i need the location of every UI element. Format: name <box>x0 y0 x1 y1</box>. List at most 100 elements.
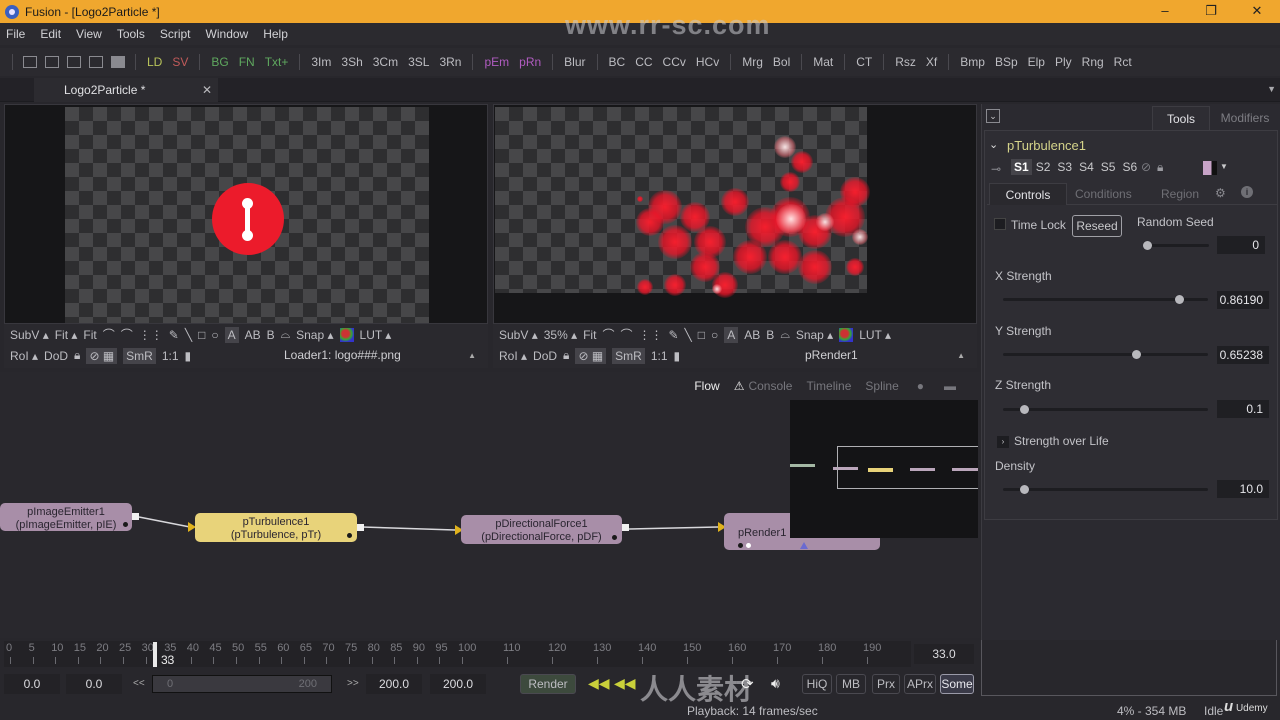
inspector-collapse-icon[interactable]: ⌄ <box>986 109 1000 123</box>
subtab-controls[interactable]: Controls <box>989 183 1067 205</box>
buffer-b-button[interactable]: B <box>766 328 774 342</box>
z-strength-field[interactable]: 0.1 <box>1217 400 1269 418</box>
output-port[interactable] <box>357 524 364 531</box>
x-strength-slider-knob[interactable] <box>1175 295 1185 304</box>
navigator-viewport[interactable] <box>837 446 978 489</box>
version-button-s2[interactable]: S2 <box>1033 159 1054 175</box>
zoom-dropdown[interactable]: 35% ▴ <box>544 328 577 342</box>
node-pdirectionalforce1[interactable]: pDirectionalForce1 (pDirectionalForce, p… <box>461 515 622 544</box>
tool-button-xf[interactable]: Xf <box>926 55 937 69</box>
rewind-icon[interactable]: ◀◀ <box>588 675 610 692</box>
tool-button-sv[interactable]: SV <box>172 55 188 69</box>
dod-button[interactable]: DoD <box>533 349 557 363</box>
menu-edit[interactable]: Edit <box>40 27 61 41</box>
roi-dropdown[interactable]: RoI ▴ <box>499 349 527 363</box>
tab-modifiers[interactable]: Modifiers <box>1212 106 1278 130</box>
tool-button-bmp[interactable]: Bmp <box>960 55 985 69</box>
menu-help[interactable]: Help <box>263 27 288 41</box>
z-strength-slider-knob[interactable] <box>1019 405 1029 414</box>
render-end-field[interactable]: 200.0 <box>366 674 422 694</box>
node-pimageemitter1[interactable]: pImageEmitter1 (pImageEmitter, pIE) <box>0 503 132 531</box>
density-field[interactable]: 10.0 <box>1217 480 1269 498</box>
node-pturbulence1[interactable]: pTurbulence1 (pTurbulence, pTr) <box>195 513 357 542</box>
tool-button-blur[interactable]: Blur <box>564 55 585 69</box>
rectangle-icon[interactable]: □ <box>198 328 205 342</box>
tool-button-3rn[interactable]: 3Rn <box>439 55 461 69</box>
menu-view[interactable]: View <box>76 27 102 41</box>
buffer-a-button[interactable]: A <box>224 326 239 343</box>
flow-editor[interactable]: Flow ⚠ Console Timeline Spline ● ▬ pImag… <box>0 372 980 638</box>
output-port[interactable] <box>622 524 629 531</box>
collapse-tool-icon[interactable]: ⌄ <box>989 138 998 151</box>
random-seed-field[interactable]: 0 <box>1217 236 1265 254</box>
x-strength-field[interactable]: 0.86190 <box>1217 291 1269 309</box>
zoom-dropdown[interactable]: Fit ▴ <box>55 328 78 342</box>
lock-icon[interactable]: 🔒︎ <box>74 348 80 363</box>
random-seed-slider-knob[interactable] <box>1143 241 1152 250</box>
levels-icon[interactable]: ▮ <box>185 349 192 363</box>
buffer-ab-button[interactable]: AB <box>744 328 760 342</box>
viewer-right[interactable] <box>493 104 977 324</box>
tool-color-dropdown-icon[interactable]: ▼ <box>1220 162 1228 171</box>
time-lock-checkbox[interactable] <box>994 218 1006 230</box>
smr-button[interactable]: SmR <box>612 347 645 364</box>
tool-button-3im[interactable]: 3Im <box>311 55 331 69</box>
flow-navigator[interactable] <box>790 400 978 538</box>
range-slider[interactable]: 0 200 <box>152 675 332 693</box>
polyline-icon[interactable]: ⌒ <box>602 326 614 343</box>
layout-horizontal-icon[interactable] <box>67 56 81 68</box>
info-icon[interactable]: i <box>1241 186 1253 198</box>
strength-over-life-expand-icon[interactable]: › <box>997 436 1009 448</box>
grid-icon[interactable]: ⋮⋮ <box>638 328 662 342</box>
smr-button[interactable]: SmR <box>123 347 156 364</box>
layout-split-icon[interactable] <box>45 56 59 68</box>
tool-button-ply[interactable]: Ply <box>1055 55 1072 69</box>
checker-toggle-icon[interactable]: ⊘ ▦ <box>575 347 607 364</box>
doc-tab-logo2particle[interactable]: Logo2Particle * ✕ <box>34 78 218 102</box>
z-strength-slider-track[interactable] <box>1003 408 1208 411</box>
tool-button-bol[interactable]: Bol <box>773 55 790 69</box>
tool-button-mat[interactable]: Mat <box>813 55 833 69</box>
tool-button-mrg[interactable]: Mrg <box>742 55 763 69</box>
tool-button-elp[interactable]: Elp <box>1028 55 1045 69</box>
viewer-left[interactable] <box>4 104 488 324</box>
tool-button-pem[interactable]: pEm <box>484 55 509 69</box>
reseed-button[interactable]: Reseed <box>1072 215 1122 237</box>
lut-dropdown[interactable]: LUT ▴ <box>360 328 392 342</box>
menu-tools[interactable]: Tools <box>117 27 145 41</box>
tool-button-ccv[interactable]: CCv <box>663 55 686 69</box>
snap-dropdown[interactable]: Snap ▴ <box>796 328 833 342</box>
disable-tool-icon[interactable]: ⊘ <box>1141 160 1151 174</box>
subtab-region[interactable]: Region <box>1161 187 1199 201</box>
snap-dropdown[interactable]: Snap ▴ <box>296 328 333 342</box>
loop-icon[interactable]: ⟳ <box>741 675 754 693</box>
minimize-button[interactable]: – <box>1142 0 1188 23</box>
version-button-s6[interactable]: S6 <box>1119 159 1140 175</box>
lock-icon[interactable]: 🔒︎ <box>563 348 569 363</box>
density-slider-track[interactable] <box>1003 488 1208 491</box>
polyline-icon[interactable]: ⌒ <box>103 326 115 343</box>
wand-icon[interactable]: ╲ <box>685 328 692 342</box>
buffer-a-button[interactable]: A <box>724 326 739 343</box>
global-start-field[interactable]: 0.0 <box>4 674 60 694</box>
wand-icon[interactable]: ╲ <box>185 328 192 342</box>
dod-button[interactable]: DoD <box>44 349 68 363</box>
render-start-field[interactable]: 0.0 <box>66 674 122 694</box>
tool-button-bsp[interactable]: BSp <box>995 55 1018 69</box>
tool-color-swatch[interactable] <box>1203 161 1217 175</box>
version-button-s4[interactable]: S4 <box>1076 159 1097 175</box>
global-end-field[interactable]: 200.0 <box>430 674 486 694</box>
bspline-icon[interactable]: ⌒ <box>620 326 632 343</box>
tool-button-3sl[interactable]: 3SL <box>408 55 429 69</box>
playback-prx-button[interactable]: Prx <box>872 674 900 694</box>
lut-dropdown[interactable]: LUT ▴ <box>859 328 891 342</box>
menu-script[interactable]: Script <box>160 27 191 41</box>
one-to-one-button[interactable]: 1:1 <box>651 349 668 363</box>
rectangle-icon[interactable]: □ <box>698 328 705 342</box>
play-reverse-icon[interactable]: ◀◀ <box>614 675 636 692</box>
tool-name[interactable]: pTurbulence1 <box>1007 138 1086 153</box>
tool-button-hcv[interactable]: HCv <box>696 55 719 69</box>
layout-single-icon[interactable] <box>23 56 37 68</box>
lock-tool-icon[interactable]: 🔒︎ <box>1157 160 1163 175</box>
version-button-s5[interactable]: S5 <box>1098 159 1119 175</box>
